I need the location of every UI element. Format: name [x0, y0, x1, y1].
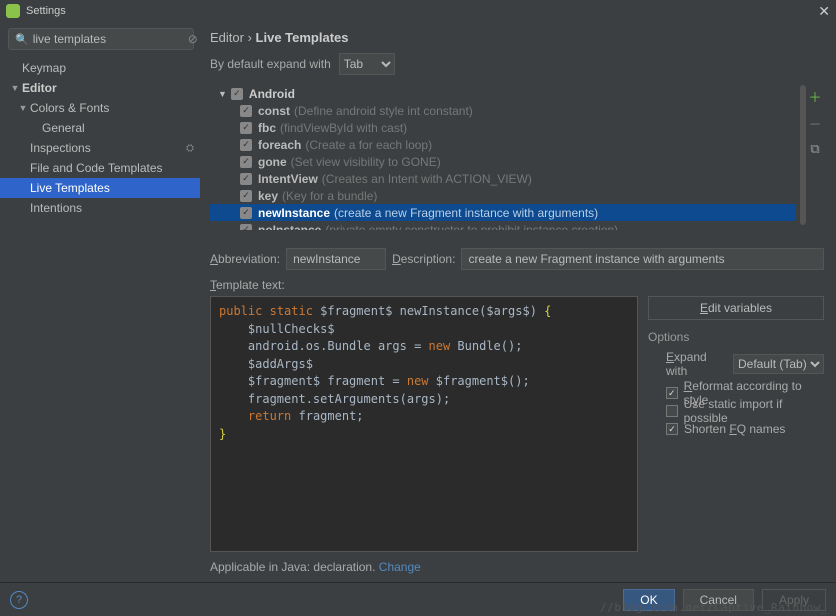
search-icon: 🔍 — [15, 33, 29, 46]
template-item-fbc[interactable]: ✓fbc(findViewById with cast) — [210, 119, 796, 136]
tree-node-general[interactable]: General — [0, 118, 200, 138]
help-icon[interactable]: ? — [10, 591, 28, 609]
tree-node-intentions[interactable]: Intentions — [0, 198, 200, 218]
template-item-foreach[interactable]: ✓foreach(Create a for each loop) — [210, 136, 796, 153]
shorten-fq-option[interactable]: Shorten FQ names — [648, 420, 824, 438]
expand-with-select[interactable]: Default (Tab) — [733, 354, 824, 374]
copy-template-icon[interactable]: ⧉ — [810, 141, 819, 157]
main-panel: Editor › Live Templates By default expan… — [200, 22, 836, 582]
watermark: //blog.csdn.net/Captive_Rainbow_ — [600, 601, 828, 614]
fields-row: AAbbreviation:bbreviation: Description: — [210, 248, 824, 270]
template-list[interactable]: ▼✓Android✓const(Define android style int… — [210, 85, 802, 230]
static-import-option[interactable]: Use static import if possible — [648, 402, 824, 420]
editor-row: public static $fragment$ newInstance($ar… — [210, 296, 824, 552]
dialog-body: 🔍 ⊘ Keymap▼Editor▼Colors & FontsGeneralI… — [0, 22, 836, 582]
template-area: ▼✓Android✓const(Define android style int… — [210, 85, 824, 230]
edit-variables-button[interactable]: EEdit variablesdit variables — [648, 296, 824, 320]
tree-node-inspections[interactable]: Inspections⛭ — [0, 138, 200, 158]
default-expand-select[interactable]: Tab — [339, 53, 395, 75]
search-input[interactable] — [33, 32, 188, 46]
gear-icon[interactable]: ⛭ — [186, 143, 194, 154]
search-row: 🔍 ⊘ — [0, 22, 200, 56]
change-context-link[interactable]: Change — [379, 560, 421, 574]
default-expand-label: By default expand with — [210, 57, 331, 71]
remove-template-icon[interactable]: － — [808, 114, 821, 133]
breadcrumb-parent: Editor — [210, 30, 244, 45]
options-column: EEdit variablesdit variables Options Exp… — [648, 296, 824, 552]
template-item-newinstance[interactable]: ✓newInstance(create a new Fragment insta… — [210, 204, 796, 221]
expand-with-row: Expand with Default (Tab) — [648, 350, 824, 378]
applicable-context: Applicable in Java: declaration. Change — [210, 560, 824, 574]
template-item-noinstance[interactable]: ✓noInstance(private empty constructor to… — [210, 221, 796, 230]
app-icon — [6, 4, 20, 18]
template-item-const[interactable]: ✓const(Define android style int constant… — [210, 102, 796, 119]
template-item-gone[interactable]: ✓gone(Set view visibility to GONE) — [210, 153, 796, 170]
template-toolbar: ＋ － ⧉ — [806, 85, 824, 230]
template-group-android[interactable]: ▼✓Android — [210, 85, 796, 102]
reformat-checkbox[interactable] — [666, 387, 678, 399]
description-input[interactable] — [461, 248, 824, 270]
abbreviation-label: AAbbreviation:bbreviation: — [210, 252, 280, 266]
template-item-intentview[interactable]: ✓IntentView(Creates an Intent with ACTIO… — [210, 170, 796, 187]
search-input-wrap[interactable]: 🔍 ⊘ — [8, 28, 194, 50]
template-code-editor[interactable]: public static $fragment$ newInstance($ar… — [210, 296, 638, 552]
expand-with-label: Expand with — [666, 350, 727, 378]
description-label: Description: — [392, 252, 455, 266]
close-icon[interactable]: ✕ — [818, 4, 830, 18]
window-title: Settings — [26, 5, 66, 17]
title-bar: Settings ✕ — [0, 0, 836, 22]
sidebar: 🔍 ⊘ Keymap▼Editor▼Colors & FontsGeneralI… — [0, 22, 200, 582]
tree-node-file-and-code-templates[interactable]: File and Code Templates — [0, 158, 200, 178]
default-expand-row: By default expand with Tab — [210, 53, 824, 75]
tree-node-keymap[interactable]: Keymap — [0, 58, 200, 78]
tree-node-colors-fonts[interactable]: ▼Colors & Fonts — [0, 98, 200, 118]
template-text-label: Template text: — [210, 278, 824, 292]
breadcrumb-current: Live Templates — [256, 30, 349, 45]
settings-tree: Keymap▼Editor▼Colors & FontsGeneralInspe… — [0, 56, 200, 582]
tree-node-live-templates[interactable]: Live Templates — [0, 178, 200, 198]
add-template-icon[interactable]: ＋ — [808, 87, 821, 106]
abbreviation-input[interactable] — [286, 248, 386, 270]
template-item-key[interactable]: ✓key(Key for a bundle) — [210, 187, 796, 204]
options-label: Options — [648, 330, 824, 344]
shorten-fq-checkbox[interactable] — [666, 423, 678, 435]
clear-search-icon[interactable]: ⊘ — [188, 32, 198, 46]
breadcrumb: Editor › Live Templates — [210, 30, 824, 45]
static-import-checkbox[interactable] — [666, 405, 678, 417]
tree-node-editor[interactable]: ▼Editor — [0, 78, 200, 98]
